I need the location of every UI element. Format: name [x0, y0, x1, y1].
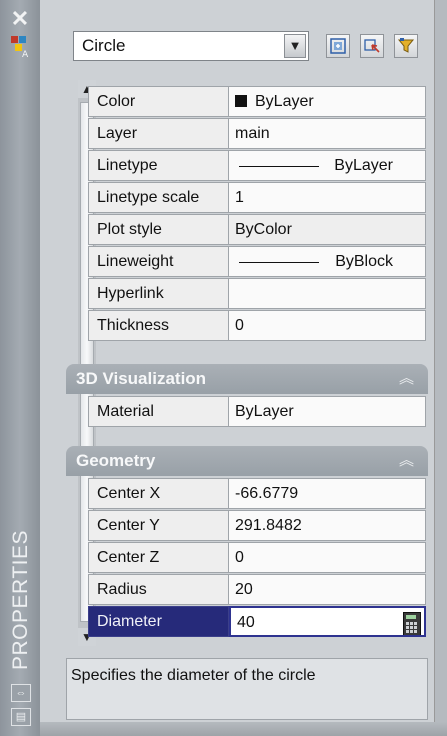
chevron-up-double-icon[interactable]: ︽ — [399, 446, 414, 476]
quick-select-icon[interactable] — [394, 34, 418, 58]
property-label: Center Z — [88, 542, 229, 573]
property-label: Center Y — [88, 510, 229, 541]
chevron-down-icon[interactable]: ▼ — [284, 34, 306, 58]
property-value[interactable]: ByLayer — [229, 86, 426, 117]
property-label: Radius — [88, 574, 229, 605]
property-label: Material — [88, 396, 229, 427]
object-type-select[interactable]: Circle ▼ — [73, 31, 309, 61]
property-value[interactable]: ByLayer — [229, 150, 426, 181]
property-value[interactable]: 291.8482 — [229, 510, 426, 541]
property-label: Plot style — [88, 214, 229, 245]
general-properties-grid: Color ByLayer Layer main Linetype ByLaye… — [66, 86, 426, 342]
section-header-3d-visualization[interactable]: 3D Visualization ︽ — [66, 364, 428, 394]
properties-menu-icon[interactable]: ▤ — [11, 708, 31, 726]
lineweight-sample — [239, 262, 319, 263]
property-value[interactable] — [229, 278, 426, 309]
toggle-pickadd-icon[interactable] — [326, 34, 350, 58]
panel-bottom-edge — [40, 722, 447, 736]
property-label: Diameter — [88, 606, 229, 637]
object-type-value: Circle — [82, 36, 126, 55]
panel-right-edge — [434, 0, 447, 736]
property-value[interactable]: 0 — [229, 310, 426, 341]
property-label: Thickness — [88, 310, 229, 341]
property-row-plot-style[interactable]: Plot style ByColor — [66, 214, 426, 246]
property-row-layer[interactable]: Layer main — [66, 118, 426, 150]
diameter-value: 40 — [237, 614, 255, 631]
property-value[interactable]: -66.6779 — [229, 478, 426, 509]
property-value[interactable]: 20 — [229, 574, 426, 605]
property-value[interactable]: 0 — [229, 542, 426, 573]
section-title: 3D Visualization — [76, 369, 207, 388]
property-label: Color — [88, 86, 229, 117]
property-row-center-y[interactable]: Center Y 291.8482 — [66, 510, 426, 542]
property-value[interactable]: 1 — [229, 182, 426, 213]
property-row-material[interactable]: Material ByLayer — [66, 396, 426, 428]
property-row-thickness[interactable]: Thickness 0 — [66, 310, 426, 342]
property-label: Hyperlink — [88, 278, 229, 309]
property-value[interactable]: ByBlock — [229, 246, 426, 277]
property-value[interactable]: ByColor — [229, 214, 426, 245]
section-title: Geometry — [76, 451, 156, 470]
diameter-input[interactable]: 40 — [229, 606, 426, 637]
color-swatch — [235, 95, 247, 107]
property-row-hyperlink[interactable]: Hyperlink — [66, 278, 426, 310]
geometry-properties-grid: Center X -66.6779 Center Y 291.8482 Cent… — [66, 478, 426, 638]
property-row-linetype-scale[interactable]: Linetype scale 1 — [66, 182, 426, 214]
calculator-icon[interactable] — [403, 612, 421, 635]
property-row-diameter[interactable]: Diameter 40 — [66, 606, 426, 638]
property-value[interactable]: main — [229, 118, 426, 149]
visualization-properties-grid: Material ByLayer — [66, 396, 426, 428]
chevron-up-double-icon[interactable]: ︽ — [399, 364, 414, 394]
select-objects-icon[interactable] — [360, 34, 384, 58]
properties-palette-icon: A — [10, 34, 32, 60]
property-label: Layer — [88, 118, 229, 149]
property-row-radius[interactable]: Radius 20 — [66, 574, 426, 606]
property-label: Linetype scale — [88, 182, 229, 213]
property-label: Lineweight — [88, 246, 229, 277]
auto-hide-icon[interactable]: ⇔ — [11, 684, 31, 702]
palette-title: PROPERTIES — [9, 530, 32, 670]
close-icon[interactable]: ✕ — [9, 8, 31, 30]
property-row-linetype[interactable]: Linetype ByLayer — [66, 150, 426, 182]
property-label: Linetype — [88, 150, 229, 181]
property-value[interactable]: ByLayer — [229, 396, 426, 427]
section-header-geometry[interactable]: Geometry ︽ — [66, 446, 428, 476]
property-row-center-z[interactable]: Center Z 0 — [66, 542, 426, 574]
property-row-lineweight[interactable]: Lineweight ByBlock — [66, 246, 426, 278]
property-description: Specifies the diameter of the circle — [66, 658, 428, 720]
property-row-color[interactable]: Color ByLayer — [66, 86, 426, 118]
svg-text:A: A — [22, 50, 29, 58]
property-row-center-x[interactable]: Center X -66.6779 — [66, 478, 426, 510]
property-label: Center X — [88, 478, 229, 509]
palette-title-bar[interactable]: ✕ A PROPERTIES ⇔ ▤ — [0, 0, 41, 736]
linetype-sample — [239, 166, 319, 167]
